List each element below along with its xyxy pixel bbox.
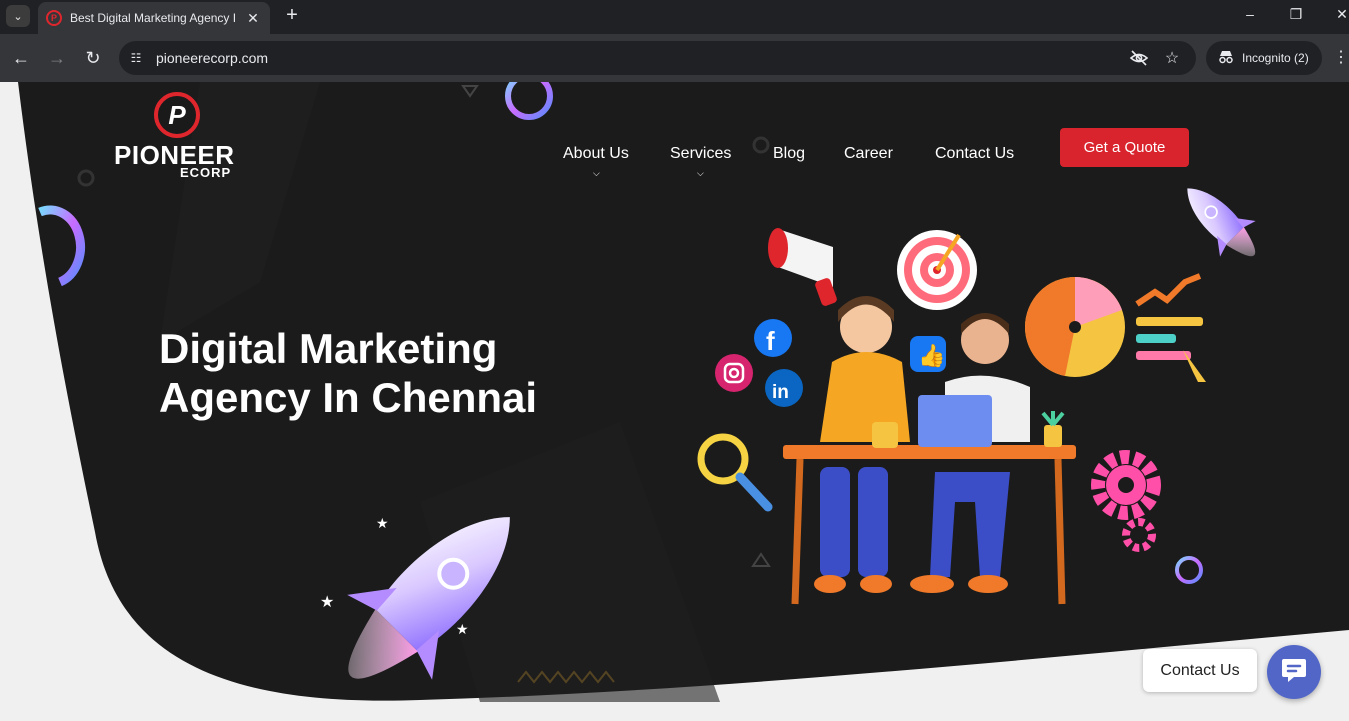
chat-widget-button[interactable] [1267,645,1321,699]
forward-icon[interactable]: → [45,47,69,71]
url-text[interactable]: pioneerecorp.com [156,50,268,66]
incognito-indicator[interactable]: Incognito (2) [1206,41,1322,75]
close-icon[interactable]: ✕ [244,10,262,27]
menu-icon[interactable]: ⋮ [1333,47,1349,67]
svg-text:★: ★ [320,594,334,611]
tab-strip: ⌄ P Best Digital Marketing Agency In Che… [0,0,1349,34]
minimize-icon[interactable]: – [1238,6,1262,22]
site-info-icon[interactable]: ☷ [127,49,145,67]
logo-sub: ECORP [180,165,232,180]
reload-icon[interactable]: ↻ [81,47,105,71]
window-close-icon[interactable]: ✕ [1330,6,1349,23]
nav-contact-us[interactable]: Contact Us [935,145,1014,163]
svg-text:in: in [772,382,789,403]
logo-mark: P [154,92,200,138]
svg-text:👍: 👍 [918,343,945,368]
tab-search-icon[interactable]: ⌄ [6,5,30,27]
hero-headline-line2: Agency In Chennai [159,374,538,421]
hero-headline: Digital Marketing Agency In Chennai [159,324,639,422]
back-icon[interactable]: ← [9,47,33,71]
nav-blog[interactable]: Blog [773,145,805,163]
address-bar[interactable]: ☷ pioneerecorp.com ☆ [119,41,1196,75]
incognito-label: Incognito (2) [1242,51,1309,65]
svg-text:★: ★ [376,515,389,531]
favicon: P [46,10,62,26]
restore-icon[interactable]: ❐ [1284,6,1308,23]
tab-title: Best Digital Marketing Agency In Chennai [70,11,235,25]
chat-bubble-icon [1280,657,1308,688]
star-icon[interactable]: ☆ [1162,48,1182,68]
chevron-down-icon: ⌵ [593,168,600,178]
web-page: ★ ★ ★ f in 👍 P PIONEER ECORP About Us ⌵ … [0,82,1349,721]
nav-career[interactable]: Career [844,145,893,163]
incognito-icon [1218,50,1234,67]
chevron-down-icon: ⌵ [697,168,704,178]
nav-about-us[interactable]: About Us [563,145,629,163]
nav-services[interactable]: Services [670,145,731,163]
svg-text:★: ★ [456,621,469,637]
browser-tab[interactable]: P Best Digital Marketing Agency In Chenn… [38,2,270,34]
new-tab-icon[interactable]: + [282,4,302,27]
eye-off-icon[interactable] [1129,48,1149,73]
chat-widget-label[interactable]: Contact Us [1143,649,1257,692]
svg-text:f: f [766,326,775,356]
hero-headline-line1: Digital Marketing [159,325,498,372]
get-a-quote-button[interactable]: Get a Quote [1060,128,1189,167]
site-logo[interactable]: P PIONEER ECORP [114,92,244,182]
browser-toolbar: ← → ↻ ☷ pioneerecorp.com ☆ Incognito (2)… [0,34,1349,82]
